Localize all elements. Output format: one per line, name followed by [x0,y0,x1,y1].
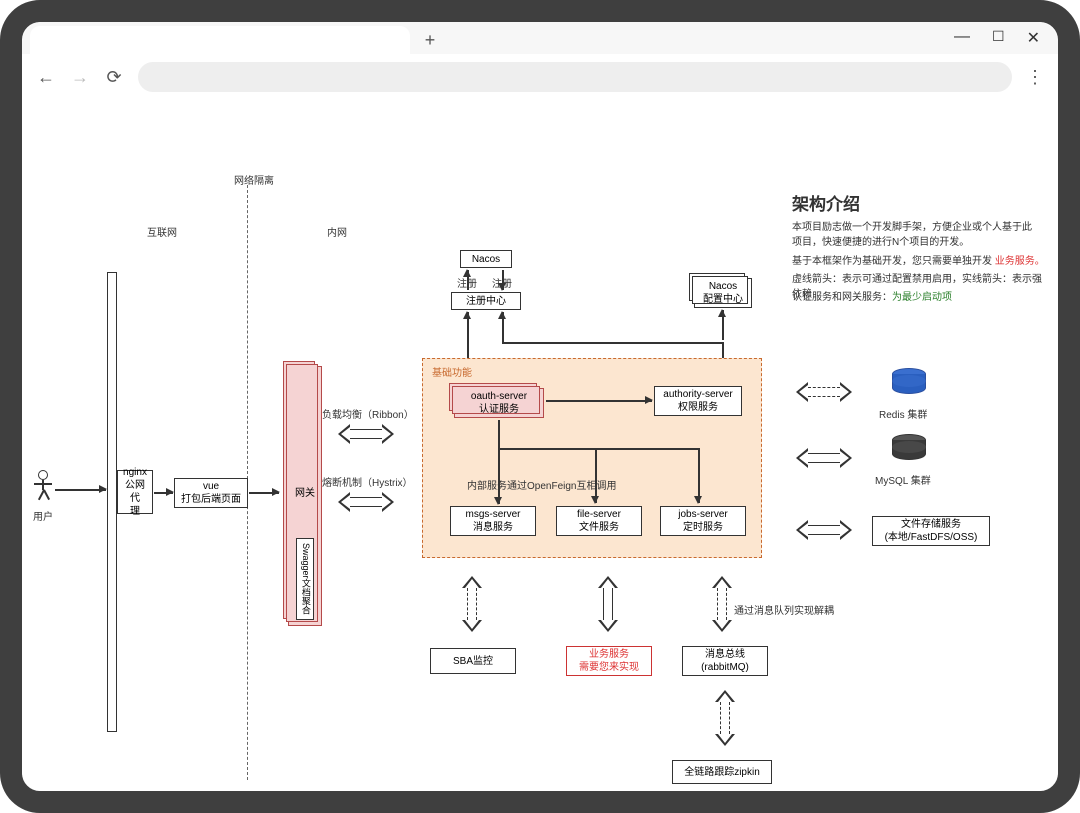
arrow-reg-up-1 [467,270,469,290]
arrow-oauth-to-authority [546,400,652,402]
intro-paragraph-2: 基于本框架作为基础开发，您只需要单独开发 业务服务。 [792,252,1045,267]
diagram-title: 架构介绍 [792,190,860,215]
arrow-to-redis [796,382,852,402]
arrow-nginx-to-vue [154,492,173,494]
more-menu-button[interactable]: ⋮ [1026,67,1044,88]
forward-button: → [70,67,90,88]
hystrix-arrow [338,492,394,512]
user-icon [32,470,54,500]
nginx-box: nginx 公网代 理 [117,470,153,514]
back-button[interactable]: ← [36,67,56,88]
arrow-to-storage [796,520,852,540]
vertical-bar [107,272,117,732]
intranet-label: 内网 [327,224,347,239]
conn-reg-horiz [502,342,722,344]
browser-tab-strip: + — ☐ ✕ [22,22,1058,54]
register-center-box: 注册中心 [451,292,521,310]
arrow-to-bus [712,576,732,632]
minimize-button[interactable]: — [954,28,970,48]
redis-icon [892,368,926,394]
close-button[interactable]: ✕ [1027,28,1040,48]
oauth-box: oauth-server 认证服务 [454,388,544,418]
gateway-label: 网关 [295,487,315,500]
reload-button[interactable]: ⟳ [104,67,124,88]
sba-box: SBA监控 [430,648,516,674]
conn-config-down [722,310,724,340]
ribbon-arrow [338,424,394,444]
ribbon-label: 负载均衡（Ribbon） [322,406,414,421]
arrow-to-biz [598,576,618,632]
jobs-box: jobs-server 定时服务 [660,506,746,536]
arrow-user-to-bar [55,489,106,491]
bus-box: 消息总线 (rabbitMQ) [682,646,768,676]
arrow-bus-to-zipkin [715,690,735,746]
architecture-diagram: 架构介绍 本项目励志做一个开发脚手架，方便企业或个人基于此项目，快速便捷的进行N… [22,100,1058,791]
storage-box: 文件存储服务 (本地/FastDFS/OSS) [872,516,990,546]
base-functions-label: 基础功能 [432,364,472,379]
conn-to-jobs [698,448,700,503]
nacos-config-box: Nacos 配置中心 [694,278,752,308]
internet-label: 互联网 [147,224,177,239]
conn-oauth-h [498,448,698,450]
biz-box: 业务服务 需要您来实现 [566,646,652,676]
arrow-vue-to-gateway [249,492,279,494]
redis-label: Redis 集群 [879,406,927,421]
vue-box: vue 打包后端页面 [174,478,248,508]
msgs-box: msgs-server 消息服务 [450,506,536,536]
legend-line-2: 认证服务和网关服务：为最少启动项 [792,288,952,303]
file-box: file-server 文件服务 [556,506,642,536]
swagger-box: Swagger文档聚合 [296,538,314,620]
authority-box: authority-server 权限服务 [654,386,742,416]
address-bar: ← → ⟳ ⋮ [22,54,1058,100]
nacos-box: Nacos [460,250,512,268]
mysql-label: MySQL 集群 [875,472,931,487]
conn-to-msgs [498,490,500,504]
arrow-to-mysql [796,448,852,468]
browser-tab[interactable] [30,26,410,54]
network-isolation-label: 网络隔离 [234,172,274,187]
mysql-icon [892,434,926,460]
arrow-to-sba [462,576,482,632]
conn-reg-right [502,312,504,342]
intro-paragraph-1: 本项目励志做一个开发脚手架，方便企业或个人基于此项目，快速便捷的进行N个项目的开… [792,220,1037,250]
mq-decouple-label: 通过消息队列实现解耦 [734,602,834,617]
hystrix-label: 熔断机制（Hystrix） [322,474,413,489]
user-label: 用户 [33,508,53,523]
url-input[interactable] [138,62,1012,92]
new-tab-button[interactable]: + [416,26,444,54]
conn-to-file [595,448,597,503]
arrow-reg-down [502,270,504,290]
zipkin-box: 全链路跟踪zipkin [672,760,772,784]
maximize-button[interactable]: ☐ [992,28,1005,48]
